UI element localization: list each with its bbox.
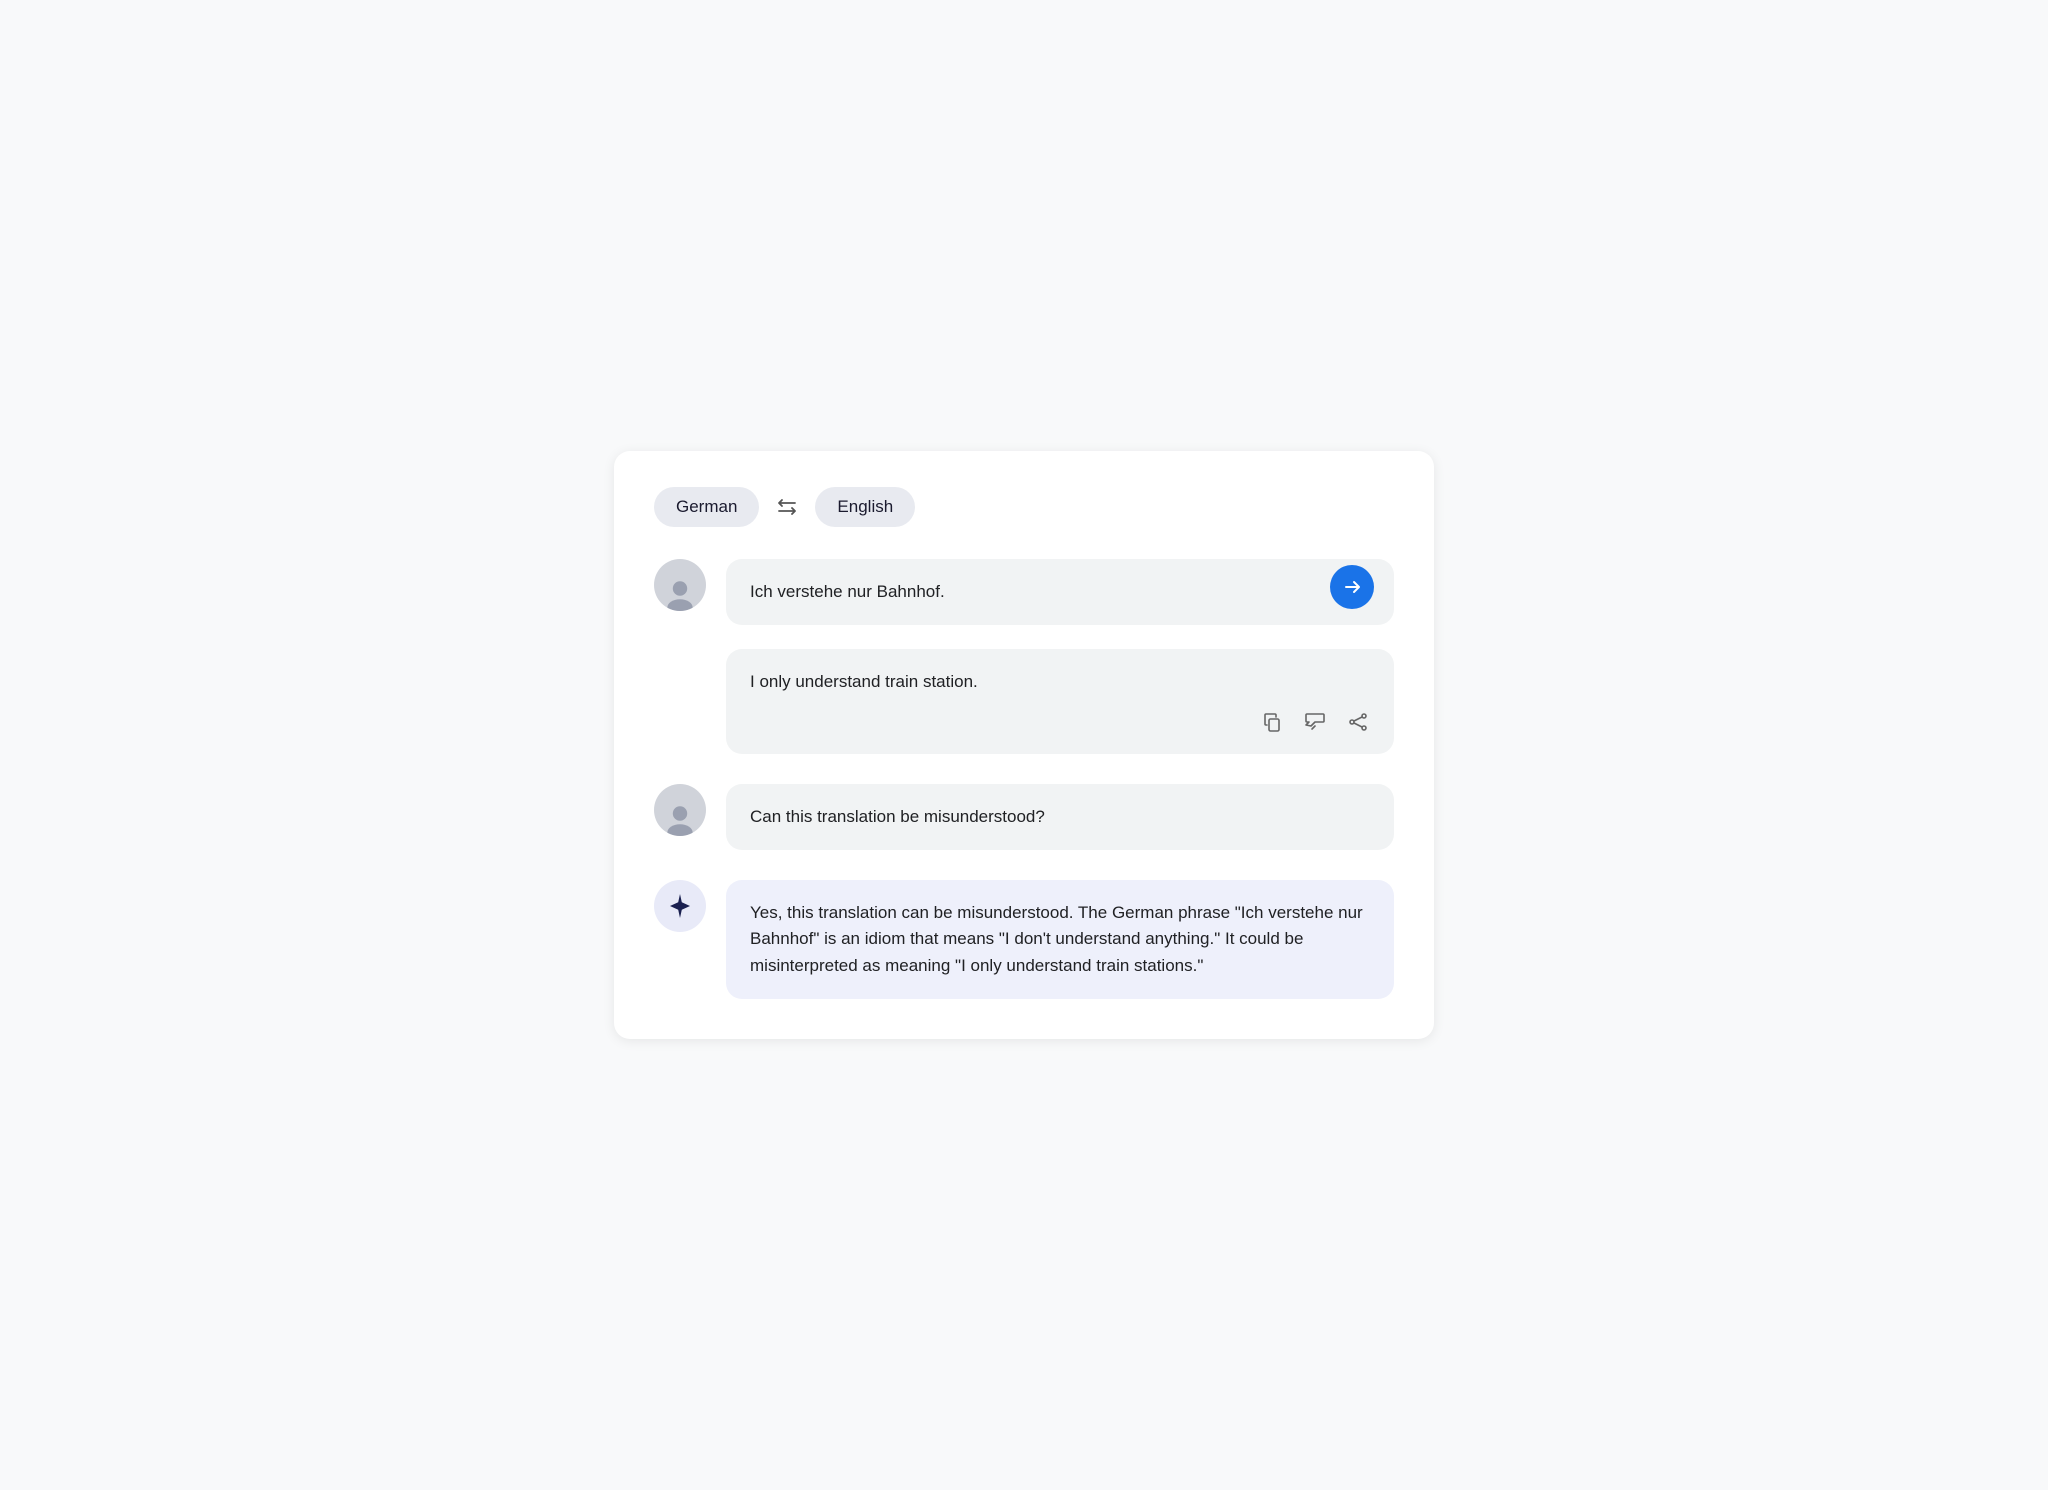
ai-response-bubble: Yes, this translation can be misundersto…: [726, 880, 1394, 999]
user-question-group: Can this translation be misunderstood?: [654, 784, 1394, 850]
user-question-bubble: Can this translation be misunderstood?: [726, 784, 1394, 850]
user-question-row: Can this translation be misunderstood?: [654, 784, 1394, 850]
lang-to-button[interactable]: English: [815, 487, 915, 527]
action-icons: [750, 710, 1370, 734]
translate-button[interactable]: [1330, 565, 1374, 609]
user-input-group: Ich verstehe nur Bahnhof. I only underst…: [654, 559, 1394, 754]
ai-avatar: [654, 880, 706, 932]
copy-button[interactable]: [1260, 710, 1284, 734]
language-header: German English: [654, 487, 1394, 527]
translation-bubble: I only understand train station.: [726, 649, 1394, 753]
app-container: German English Ich verstehe nur Bahnhof.: [614, 451, 1434, 1039]
translation-row: I only understand train station.: [654, 649, 1394, 753]
feedback-button[interactable]: [1302, 710, 1328, 734]
lang-from-button[interactable]: German: [654, 487, 759, 527]
user-input-bubble: Ich verstehe nur Bahnhof.: [726, 559, 1394, 625]
ai-response-text: Yes, this translation can be misundersto…: [750, 903, 1363, 975]
user-avatar: [654, 559, 706, 611]
translation-text: I only understand train station.: [750, 672, 978, 691]
ai-response-row: Yes, this translation can be misundersto…: [654, 880, 1394, 999]
user-input-row: Ich verstehe nur Bahnhof.: [654, 559, 1394, 625]
user-avatar-2: [654, 784, 706, 836]
user-input-text: Ich verstehe nur Bahnhof.: [750, 582, 945, 601]
user-question-text: Can this translation be misunderstood?: [750, 807, 1045, 826]
swap-icon[interactable]: [775, 497, 799, 517]
share-button[interactable]: [1346, 710, 1370, 734]
